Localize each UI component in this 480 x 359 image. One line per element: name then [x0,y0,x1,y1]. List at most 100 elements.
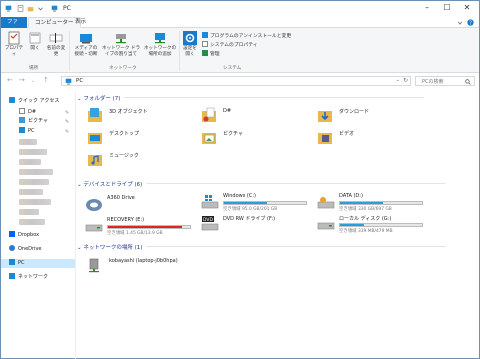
redacted-item[interactable] [19,209,39,215]
sidebar-item-network[interactable]: ネットワーク [9,273,48,282]
rename-button[interactable]: 名前の変更 [45,31,67,58]
music-icon [88,155,102,166]
chevron-down-icon: ⌄ [77,96,82,102]
manage-item[interactable]: 管理 [202,50,220,57]
ribbon-separator [179,31,180,71]
media-connect-button[interactable]: メディアの接続・切断 [73,31,99,58]
redacted-item[interactable] [19,179,49,185]
checklist-icon [202,41,208,47]
chevron-down-icon[interactable] [457,20,463,26]
pc-icon [19,127,25,133]
refresh-icon[interactable]: ↻ [403,77,408,84]
properties-button[interactable]: プロパティ [3,31,25,58]
pin-icon[interactable]: ✎ [65,129,69,135]
network-icon [9,273,15,279]
address-path: PC [76,78,84,84]
redacted-item[interactable] [19,159,41,165]
section-drives[interactable]: ⌄ デバイスとドライブ (6) [77,180,447,188]
drive-usage-fill [340,202,384,204]
section-network[interactable]: ⌄ ネットワークの場所 (1) [77,243,447,251]
sidebar-item-dsharp[interactable]: D# [19,108,36,117]
ribbon: プロパティ 開く 名前の変更 メディアの接続・切断 ネットワーク ドライブの割り… [1,28,479,73]
3d-objects-icon [88,108,102,122]
redacted-item[interactable] [19,199,51,205]
downloads-icon [318,111,332,122]
pc-icon [51,5,58,12]
drive-usage-bar [339,201,423,205]
content-pane: ⌄ フォルダー (7) 3D オブジェクト D# ダウンロード デスクトップ ピ… [77,91,477,359]
minimize-button[interactable]: – [417,1,437,15]
pin-icon[interactable]: ✎ [65,119,69,125]
pane-splitter[interactable] [75,91,76,359]
group-location: 場所 [29,66,39,71]
star-icon [9,97,15,103]
help-icon[interactable]: ? [467,19,474,26]
group-system: システム [223,66,242,71]
media-icon [80,34,92,44]
explorer-window: PC – ☐ ✕ ファイル コンピューター 表示 ? プロパティ 開く 名前の変… [0,0,480,359]
sidebar-item-pc-quick[interactable]: PC [19,127,35,136]
drive-usage-fill [340,224,364,226]
document-icon [19,108,25,114]
dvd-drive-icon: DVD [201,216,219,231]
sidebar-item-pictures[interactable]: ピクチャ [19,117,48,126]
close-button[interactable]: ✕ [457,1,477,15]
open-settings-button[interactable]: 設定を開く [181,31,199,58]
pc-icon [9,259,15,265]
redacted-item[interactable] [19,149,47,155]
drive-usage-bar [107,225,191,229]
network-location-icon [155,33,165,44]
gear-icon [183,31,197,45]
window-title: PC [63,5,71,12]
redacted-item[interactable] [19,169,53,175]
uninstall-programs-item[interactable]: プログラムのアンインストールと変更 [202,32,291,39]
section-folders[interactable]: ⌄ フォルダー (7) [77,94,425,102]
svg-text:DVD: DVD [203,217,213,223]
navigation-pane: クイック アクセス D# ✎ ピクチャ ✎ PC ✎ Dropbox OneDr… [1,91,75,359]
forward-button[interactable]: → [19,76,25,84]
map-network-drive-button[interactable]: ネットワーク ドライブの割り当て [101,31,141,58]
maximize-button[interactable]: ☐ [437,1,457,15]
search-box[interactable]: PCの検索 [415,76,475,86]
new-folder-quick-icon[interactable] [27,5,34,12]
tab-file[interactable]: ファイル [1,17,27,36]
hard-drive-icon [317,222,335,230]
section-divider [124,97,425,98]
open-icon [29,32,41,44]
network-drive-icon [89,258,99,273]
pin-icon[interactable]: ✎ [65,110,69,116]
svg-text:?: ? [469,20,472,26]
section-divider [146,246,447,247]
add-network-location-button[interactable]: ネットワークの場所の追加 [143,31,177,58]
group-network: ネットワーク [109,66,137,71]
redacted-item[interactable] [19,139,37,145]
open-button[interactable]: 開く [27,31,43,52]
ribbon-separator [69,31,70,71]
customize-quick-icon[interactable] [37,5,44,12]
drive-usage-fill [108,226,182,228]
hard-drive-icon [317,197,335,209]
cloud-icon [9,245,15,251]
sidebar-item-dropbox[interactable]: Dropbox [9,231,39,240]
redacted-item[interactable] [19,219,45,225]
pc-icon [65,78,72,85]
sidebar-item-pc[interactable]: PC [1,259,75,268]
recent-locations-button[interactable]: ⌄ [31,78,35,84]
sidebar-item-quick-access[interactable]: クイック アクセス [9,97,59,106]
address-row: ← → ⌄ ↑ PC ⌄ ↻ PCの検索 [1,74,479,88]
manage-icon [202,50,208,56]
shared-folder-icon [202,107,216,122]
section-divider [146,183,447,184]
programs-icon [202,32,208,38]
back-button[interactable]: ← [7,76,13,84]
system-properties-item[interactable]: システムのプロパティ [202,41,258,48]
title-bar: PC – ☐ ✕ [1,1,479,17]
address-dropdown-icon[interactable]: ⌄ [396,77,400,83]
redacted-item[interactable] [19,189,43,195]
properties-quick-icon[interactable] [17,5,24,12]
sidebar-item-onedrive[interactable]: OneDrive [9,245,42,254]
tab-view[interactable]: 表示 [69,17,92,28]
up-button[interactable]: ↑ [43,76,49,84]
rename-icon [49,33,63,43]
address-bar[interactable]: PC ⌄ ↻ [61,76,411,86]
